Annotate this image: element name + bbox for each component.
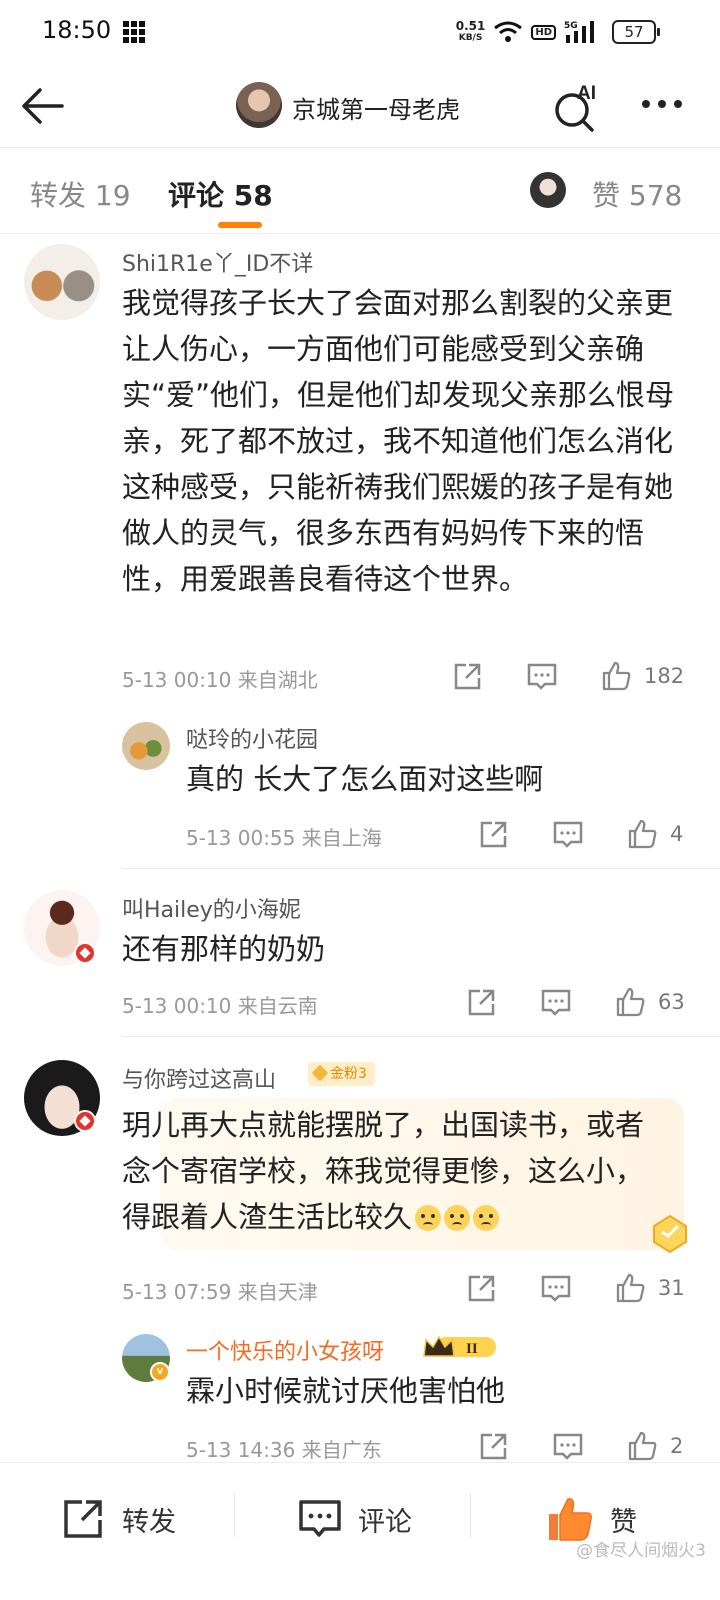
- battery-icon: 57: [612, 20, 660, 44]
- comment-text: 我觉得孩子长大了会面对那么割裂的父亲更让人伤心，一方面他们可能感受到父亲确实“爱…: [122, 286, 675, 596]
- back-arrow-icon[interactable]: [20, 86, 64, 126]
- comment-icon: [299, 1500, 341, 1537]
- tab-active-indicator: [218, 222, 262, 228]
- avatar[interactable]: [122, 722, 170, 770]
- app-grid-icon: [123, 21, 145, 43]
- thumbs-up-icon: [616, 987, 645, 1017]
- crown-icon: II: [423, 1335, 496, 1357]
- comment-icon[interactable]: [540, 986, 572, 1018]
- comment-meta: 5-13 00:10 来自云南: [122, 994, 318, 1018]
- comment-button[interactable]: 评论: [298, 1497, 412, 1541]
- thumbs-up-icon: [616, 1273, 645, 1303]
- username[interactable]: 叫Hailey的小海妮: [122, 892, 301, 924]
- comment-icon[interactable]: [540, 1272, 572, 1304]
- watermark: @食尽人间烟火3: [576, 1541, 706, 1561]
- top-nav: 京城第一母老虎 AI: [0, 64, 720, 148]
- status-time: 18:50: [42, 16, 112, 44]
- thumbs-up-icon: [628, 819, 657, 849]
- share-icon[interactable]: [478, 818, 510, 850]
- reply-meta: 5-13 14:36 来自广东: [186, 1438, 382, 1462]
- like-count: 63: [658, 990, 685, 1014]
- sad-emoji-icon: [415, 1205, 442, 1231]
- like-button[interactable]: 31: [614, 1272, 685, 1304]
- reply-text: 霖小时候就讨厌他害怕他: [186, 1374, 506, 1408]
- hd-icon: HD: [531, 24, 556, 40]
- net-speed: 0.51 KB/S: [455, 19, 486, 43]
- share-icon[interactable]: [478, 1430, 510, 1462]
- like-highlight-icon: [653, 1214, 687, 1254]
- divider: [122, 868, 720, 869]
- thumbs-up-icon: [602, 661, 631, 691]
- verified-badge-icon: v: [150, 1362, 170, 1382]
- svg-text:AI: AI: [577, 83, 596, 104]
- comment-icon[interactable]: [526, 660, 558, 692]
- divider: [234, 1493, 235, 1537]
- comment-icon[interactable]: [552, 818, 584, 850]
- svg-text:5G: 5G: [564, 21, 578, 31]
- username[interactable]: 哒玲的小花园: [186, 722, 318, 754]
- reply-meta: 5-13 00:55 来自上海: [186, 826, 382, 850]
- status-bar: 18:50 0.51 KB/S HD 5G 57: [0, 0, 720, 64]
- page-title[interactable]: 京城第一母老虎: [292, 90, 460, 125]
- share-icon[interactable]: [452, 660, 484, 692]
- wifi-icon: [494, 21, 523, 42]
- fan-badge: 金粉3: [308, 1062, 375, 1086]
- verified-badge-icon: [74, 942, 96, 964]
- ai-search-icon[interactable]: AI: [552, 80, 604, 132]
- comment-meta: 5-13 07:59 来自天津: [122, 1280, 318, 1304]
- like-post-button[interactable]: 赞: [546, 1497, 637, 1541]
- like-button[interactable]: 2: [626, 1430, 683, 1462]
- repost-label: 转发: [122, 1506, 176, 1538]
- reply-text: 真的 长大了怎么面对这些啊: [186, 762, 544, 796]
- divider: [470, 1493, 471, 1537]
- comment-icon[interactable]: [552, 1430, 584, 1462]
- comment-text: 还有那样的奶奶: [122, 932, 326, 966]
- like-count: 4: [670, 822, 684, 846]
- username[interactable]: Shi1R1e丫_ID不详: [122, 246, 313, 278]
- verified-badge-icon: [74, 1110, 96, 1132]
- signal-icon: 5G: [564, 21, 594, 43]
- like-count: 182: [644, 664, 685, 688]
- username[interactable]: 一个快乐的小女孩呀: [186, 1334, 384, 1366]
- tab-bar: 转发 19 评论 58 赞 578: [0, 150, 720, 234]
- username[interactable]: 与你跨过这高山: [122, 1062, 276, 1094]
- more-icon[interactable]: [640, 94, 684, 114]
- like-count: 2: [670, 1434, 684, 1458]
- divider: [122, 1036, 720, 1037]
- like-button[interactable]: 4: [626, 818, 683, 850]
- bottom-action-bar: 转发 评论 赞: [0, 1462, 720, 1600]
- comment-meta: 5-13 00:10 来自湖北: [122, 668, 318, 692]
- tab-likes[interactable]: 赞 578: [592, 174, 682, 214]
- share-icon[interactable]: [466, 1272, 498, 1304]
- tab-comments[interactable]: 评论 58: [168, 174, 273, 214]
- sad-emoji-icon: [444, 1205, 471, 1231]
- tab-repost[interactable]: 转发 19: [30, 174, 131, 214]
- thumbs-up-icon: [628, 1431, 657, 1461]
- liker-avatar[interactable]: [530, 172, 566, 208]
- share-icon[interactable]: [466, 986, 498, 1018]
- like-button[interactable]: 63: [614, 986, 685, 1018]
- like-label: 赞: [610, 1506, 637, 1538]
- author-avatar[interactable]: [236, 82, 282, 128]
- avatar[interactable]: [24, 244, 100, 320]
- comment-text: 玥儿再大点就能摆脱了，出国读书，或者念个寄宿学校，箖我觉得更惨，这么小，得跟着人…: [122, 1108, 645, 1234]
- comment-label: 评论: [358, 1506, 412, 1538]
- like-count: 31: [658, 1276, 685, 1300]
- repost-button[interactable]: 转发: [62, 1497, 176, 1541]
- svg-text:II: II: [466, 1341, 478, 1357]
- repost-icon: [64, 1500, 102, 1538]
- sad-emoji-icon: [473, 1205, 500, 1231]
- like-button[interactable]: 182: [600, 660, 684, 692]
